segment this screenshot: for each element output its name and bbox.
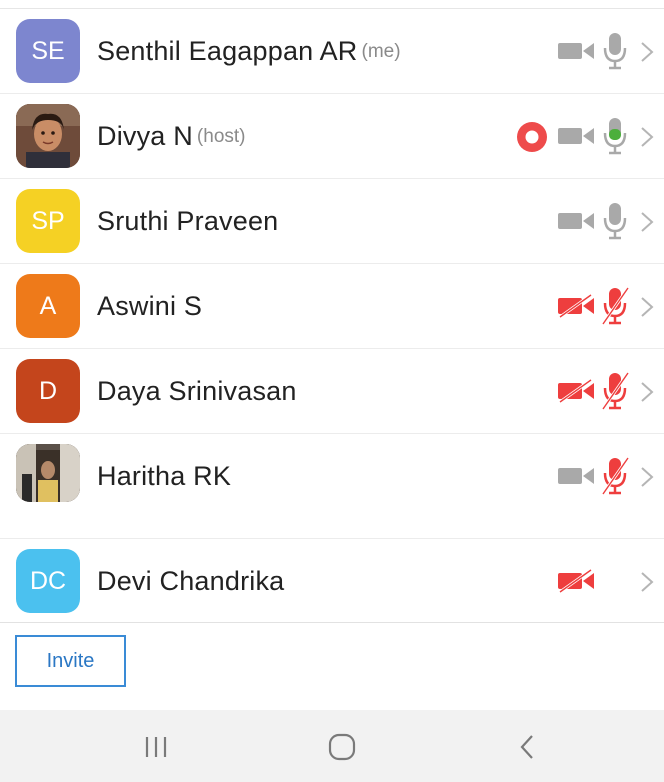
section-divider [0, 502, 664, 539]
chevron-right-icon[interactable] [640, 211, 654, 233]
participant-row[interactable]: Haritha RK [0, 434, 664, 504]
participant-tag: (host) [196, 125, 246, 147]
home-icon[interactable] [322, 732, 362, 762]
chevron-right-icon[interactable] [640, 466, 654, 488]
participant-name: Senthil Eagappan AR [97, 36, 358, 66]
participant-name: Daya Srinivasan [97, 376, 297, 406]
participant-name: Sruthi Praveen [97, 206, 279, 236]
participant-row[interactable]: DC Devi Chandrika [0, 539, 664, 624]
recording-indicator-icon [517, 122, 547, 152]
avatar: SP [16, 189, 80, 253]
avatar: DC [16, 549, 80, 613]
microphone-muted-icon [601, 372, 630, 410]
video-camera-off-icon [558, 294, 594, 318]
android-nav-bar [0, 710, 664, 782]
participant-name: Devi Chandrika [97, 566, 285, 596]
participant-name: Haritha RK [97, 461, 232, 491]
participant-name: Aswini S [97, 291, 203, 321]
invite-button[interactable]: Invite [15, 635, 126, 687]
participant-row[interactable]: SP Sruthi Praveen [0, 179, 664, 264]
video-camera-icon [558, 213, 594, 229]
participant-row[interactable]: SE Senthil Eagappan AR (me) [0, 9, 664, 94]
microphone-icon [603, 33, 627, 70]
participant-row[interactable]: D Daya Srinivasan [0, 349, 664, 434]
profile-photo-icon [16, 444, 80, 502]
video-camera-off-icon [558, 379, 594, 403]
avatar: SE [16, 19, 80, 83]
chevron-right-icon[interactable] [640, 571, 654, 593]
microphone-muted-icon [601, 287, 630, 325]
chevron-right-icon[interactable] [640, 381, 654, 403]
profile-photo-icon [16, 104, 80, 168]
participant-row[interactable]: A Aswini S [0, 264, 664, 349]
back-icon[interactable] [508, 732, 548, 762]
microphone-muted-icon [601, 457, 630, 495]
recent-apps-icon[interactable] [136, 732, 176, 762]
video-camera-icon [558, 128, 594, 144]
avatar-photo [16, 104, 80, 168]
participant-name: Divya N [97, 121, 193, 151]
video-camera-icon [558, 468, 594, 484]
avatar: A [16, 274, 80, 338]
participant-tag: (me) [361, 40, 401, 62]
video-camera-off-icon [558, 569, 594, 593]
participant-row[interactable]: Divya N (host) [0, 94, 664, 179]
microphone-active-icon [603, 118, 627, 155]
video-camera-icon [558, 43, 594, 59]
top-divider [0, 0, 664, 9]
avatar: D [16, 359, 80, 423]
microphone-icon [603, 203, 627, 240]
chevron-right-icon[interactable] [640, 296, 654, 318]
avatar-photo [16, 444, 80, 502]
chevron-right-icon[interactable] [640, 41, 654, 63]
chevron-right-icon[interactable] [640, 126, 654, 148]
